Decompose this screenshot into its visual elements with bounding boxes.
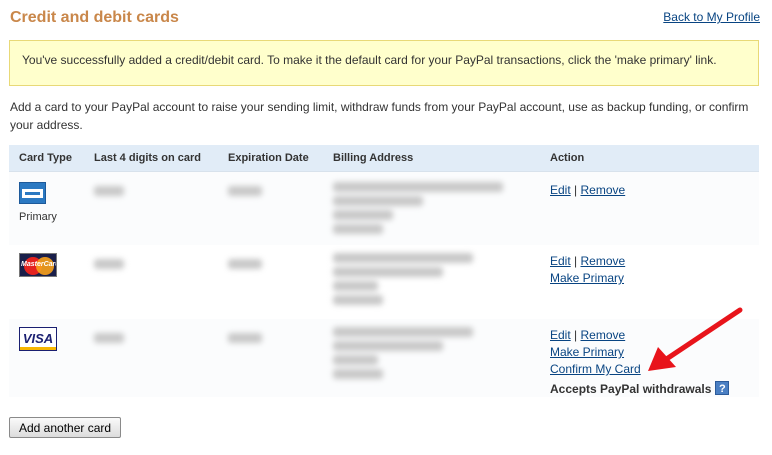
- redacted-digits: [94, 259, 208, 269]
- link-separator: |: [574, 254, 578, 268]
- edit-link[interactable]: Edit: [550, 254, 571, 268]
- column-header-card-type: Card Type: [9, 145, 84, 172]
- expiration-cell: [218, 319, 323, 397]
- page-title: Credit and debit cards: [10, 9, 179, 26]
- card-type-cell: Primary: [9, 171, 84, 245]
- edit-remove-line: Edit | Remove: [550, 253, 749, 270]
- redacted-expiration: [228, 259, 313, 269]
- edit-remove-line: Edit | Remove: [550, 182, 749, 199]
- withdrawals-label-line: Accepts PayPal withdrawals?: [550, 381, 749, 397]
- visa-logo: VISA: [19, 327, 57, 351]
- column-header-expiration: Expiration Date: [218, 145, 323, 172]
- edit-link[interactable]: Edit: [550, 328, 571, 342]
- remove-link[interactable]: Remove: [581, 254, 626, 268]
- card-type-cell: MasterCard: [9, 245, 84, 319]
- redacted-address: [333, 253, 530, 305]
- last-digits-cell: [84, 245, 218, 319]
- column-header-billing-address: Billing Address: [323, 145, 540, 172]
- remove-link[interactable]: Remove: [581, 328, 626, 342]
- redacted-digits: [94, 333, 208, 343]
- edit-link[interactable]: Edit: [550, 183, 571, 197]
- primary-label: Primary: [19, 210, 57, 223]
- redacted-address: [333, 181, 530, 234]
- notice-text: You've successfully added a credit/debit…: [22, 53, 717, 67]
- help-icon[interactable]: ?: [715, 381, 730, 395]
- mastercard-logo: MasterCard: [19, 253, 57, 277]
- action-cell: Edit | Remove: [540, 171, 759, 245]
- mastercard-logo-text: MasterCard: [21, 261, 57, 268]
- last-digits-cell: [84, 171, 218, 245]
- make-primary-link[interactable]: Make Primary: [550, 271, 624, 285]
- link-separator: |: [574, 182, 578, 197]
- add-another-card-button[interactable]: Add another card: [9, 417, 122, 438]
- link-separator: |: [574, 328, 578, 342]
- remove-link[interactable]: Remove: [581, 183, 626, 197]
- back-to-profile-link[interactable]: Back to My Profile: [663, 10, 760, 24]
- make-primary-line: Make Primary: [550, 270, 749, 287]
- amex-logo: [19, 181, 46, 204]
- column-header-action: Action: [540, 145, 759, 172]
- redacted-expiration: [228, 333, 313, 343]
- expiration-cell: [218, 245, 323, 319]
- redacted-expiration: [228, 185, 313, 196]
- confirm-my-card-link[interactable]: Confirm My Card: [550, 362, 641, 376]
- billing-address-cell: [323, 319, 540, 397]
- last-digits-cell: [84, 319, 218, 397]
- billing-address-cell: [323, 171, 540, 245]
- billing-address-cell: [323, 245, 540, 319]
- intro-text: Add a card to your PayPal account to rai…: [10, 100, 749, 132]
- make-primary-link[interactable]: Make Primary: [550, 345, 624, 359]
- success-notice: You've successfully added a credit/debit…: [9, 40, 759, 86]
- table-row: Primary Edit | Remove: [9, 171, 759, 245]
- column-header-last-digits: Last 4 digits on card: [84, 145, 218, 172]
- redacted-digits: [94, 185, 208, 196]
- accepts-withdrawals-text: Accepts PayPal withdrawals: [550, 382, 712, 396]
- expiration-cell: [218, 171, 323, 245]
- card-type-cell: VISA: [9, 319, 84, 397]
- redacted-address: [333, 327, 530, 379]
- red-arrow-annotation: [648, 307, 743, 371]
- table-header-row: Card Type Last 4 digits on card Expirati…: [9, 145, 759, 172]
